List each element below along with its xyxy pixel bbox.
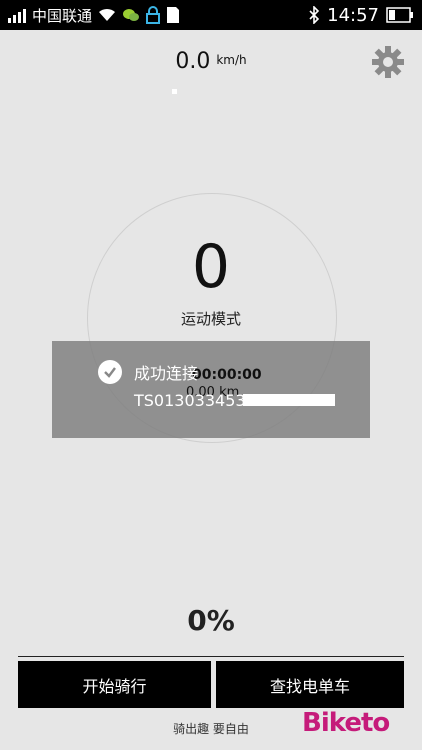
wechat-icon xyxy=(123,9,140,21)
toast-message: 成功连接 xyxy=(134,364,199,383)
start-ride-button[interactable]: 开始骑行 xyxy=(18,661,211,708)
bluetooth-icon xyxy=(309,6,320,24)
speed-unit: km/h xyxy=(216,53,247,67)
status-bar: 中国联通 14:57 xyxy=(0,0,422,30)
signal-icon xyxy=(8,7,26,23)
watermark-logo: Biketo xyxy=(302,708,390,738)
wifi-icon xyxy=(99,8,116,21)
redaction-bar xyxy=(243,394,335,406)
carrier-label: 中国联通 xyxy=(32,6,93,25)
main-counter: 0 xyxy=(191,232,231,302)
battery-percent: 0% xyxy=(187,604,235,637)
clock: 14:57 xyxy=(327,4,379,26)
check-icon xyxy=(98,360,122,384)
ride-duration: 00:00:00 xyxy=(192,367,262,383)
speed-value: 0.0 xyxy=(175,49,211,74)
indicator-dot xyxy=(172,89,177,94)
settings-gear-icon[interactable] xyxy=(371,45,405,79)
connection-toast: 00:00:00 0.00 km 成功连接 TS013033453 xyxy=(52,341,370,438)
sd-card-icon xyxy=(167,7,180,23)
mode-label[interactable]: 运动模式 xyxy=(0,308,422,329)
find-bike-button[interactable]: 查找电单车 xyxy=(216,661,404,708)
divider xyxy=(18,656,404,657)
device-serial: TS013033453 xyxy=(134,391,246,410)
battery-icon xyxy=(386,7,413,23)
lock-icon xyxy=(146,6,161,24)
speed-readout: 0.0 km/h xyxy=(0,49,422,74)
